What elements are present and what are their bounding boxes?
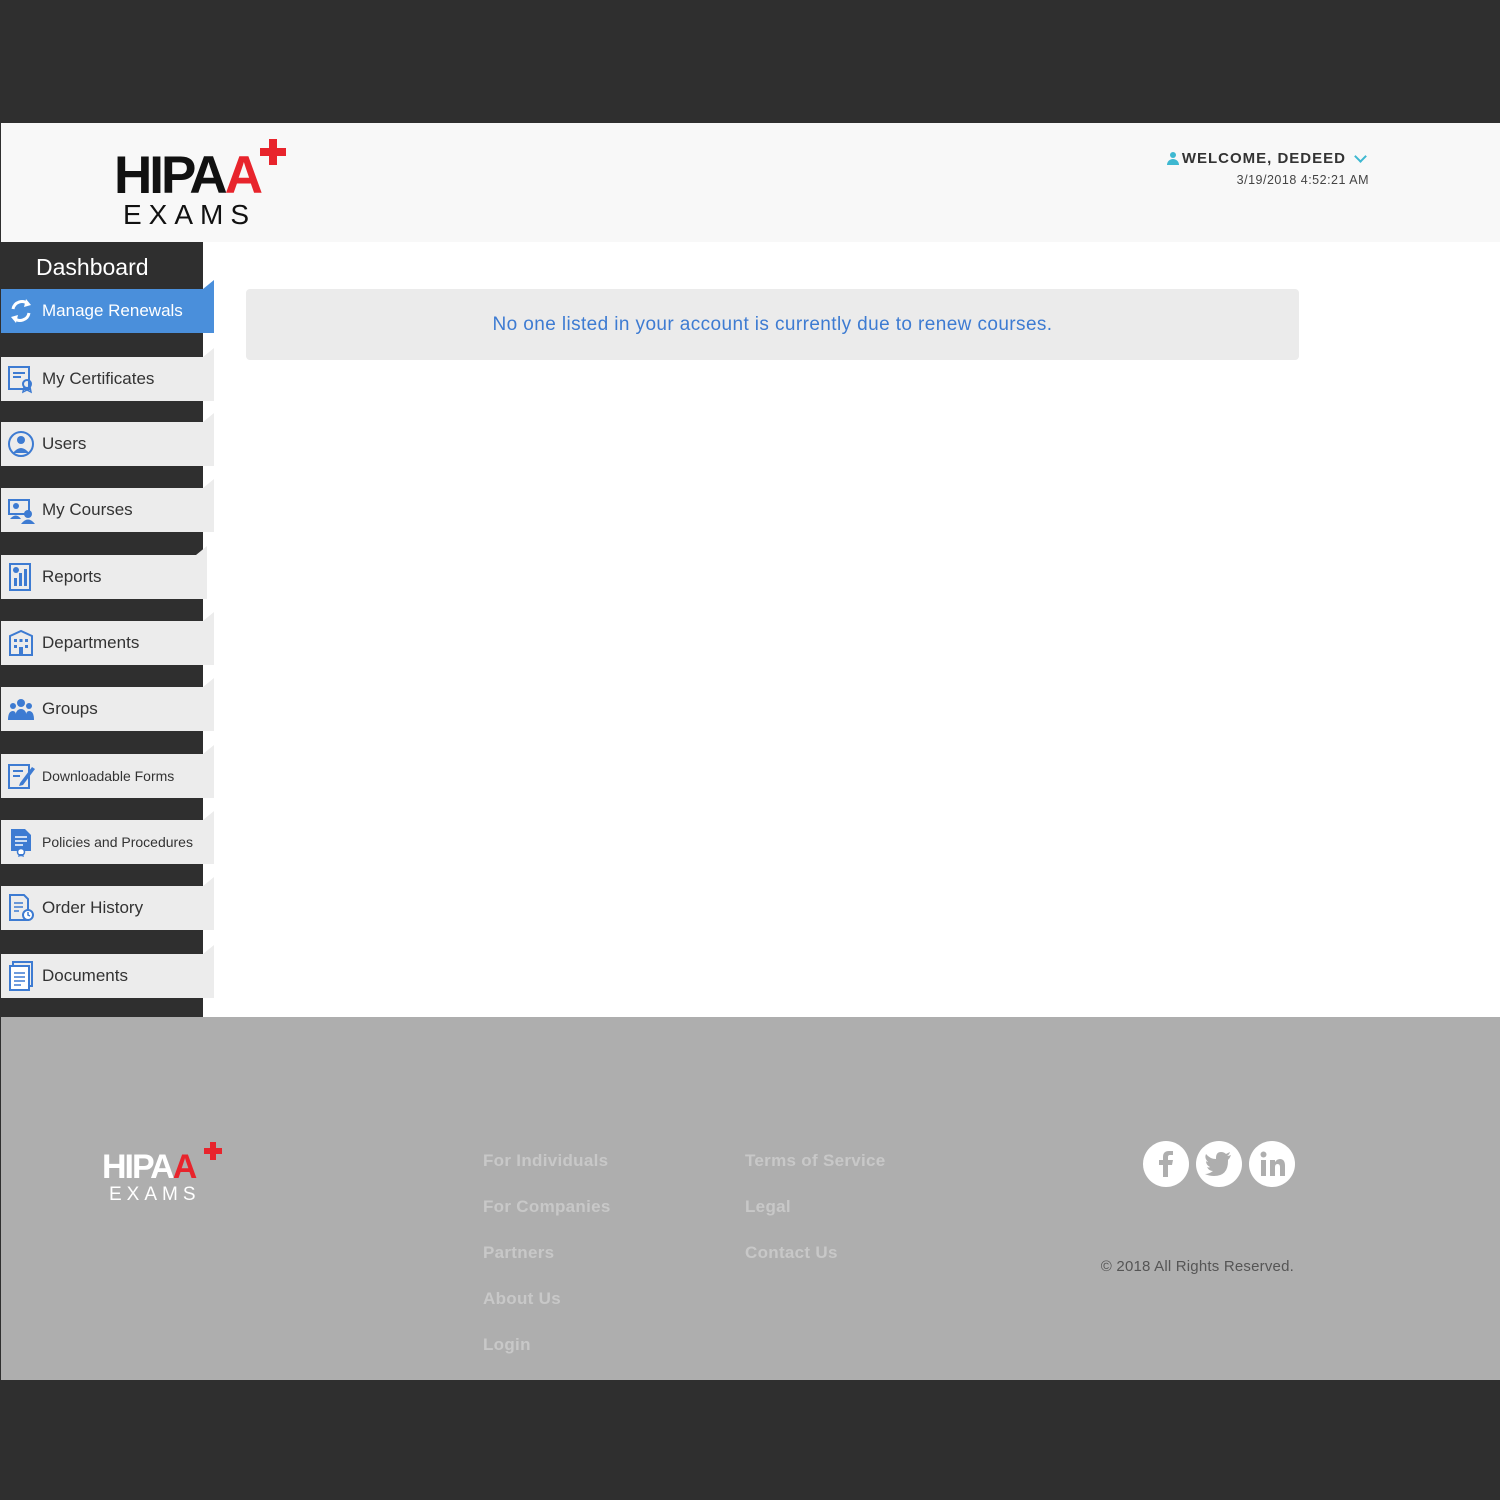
logo-word: HIPA [114,146,228,205]
user-icon [1166,152,1179,165]
order-history-icon [9,894,34,921]
refresh-icon [11,299,31,323]
twitter-icon[interactable] [1196,1141,1242,1187]
footer-link-contact-us[interactable]: Contact Us [745,1243,886,1289]
sidebar-item-my-certificates[interactable]: My Certificates [1,348,214,401]
form-edit-icon [8,764,35,789]
footer-link-terms-of-service[interactable]: Terms of Service [745,1151,886,1197]
footer-link-about-us[interactable]: About Us [483,1289,611,1335]
footer-logo-word: HIPA [102,1148,175,1186]
certificate-icon [8,366,33,394]
sidebar-item-my-courses[interactable]: My Courses [1,479,214,532]
sidebar-item-label: Documents [42,966,128,985]
reports-icon [9,563,31,591]
sidebar: Dashboard Manage Renewals My Certificate… [1,242,214,1017]
social-links [1143,1141,1295,1187]
footer-links-secondary: Terms of Service Legal Contact Us [745,1151,886,1289]
sidebar-item-manage-renewals[interactable]: Manage Renewals [1,280,214,333]
footer-logo-plus-icon [204,1142,222,1160]
footer-link-login[interactable]: Login [483,1335,611,1381]
sidebar-item-label: Departments [42,633,140,652]
content-area: Dashboard Manage Renewals My Certificate… [1,242,1500,1017]
logo-accent: A [224,146,263,205]
sidebar-item-label: Policies and Procedures [42,834,193,850]
sidebar-item-label: Users [42,434,87,453]
footer-logo-sub: EXAMS [109,1184,201,1205]
footer-link-for-individuals[interactable]: For Individuals [483,1151,611,1197]
sidebar-item-groups[interactable]: Groups [1,678,214,731]
sidebar-item-reports[interactable]: Reports [1,546,207,599]
courses-icon [8,499,35,524]
sidebar-item-downloadable-forms[interactable]: Downloadable Forms [1,745,214,798]
hipaa-exams-logo[interactable]: HIPAA EXAMS [114,139,294,234]
sidebar-item-documents[interactable]: Documents [1,945,214,998]
timestamp: 3/19/2018 4:52:21 AM [1236,173,1369,187]
chevron-down-icon[interactable] [1354,150,1367,163]
logo-sub: EXAMS [123,199,257,230]
building-icon [9,629,33,656]
sidebar-item-label: My Certificates [42,369,155,388]
sidebar-item-label: My Courses [42,500,133,519]
sidebar-item-departments[interactable]: Departments [1,612,214,665]
sidebar-item-label: Groups [42,699,98,718]
policy-document-icon [11,829,31,857]
sidebar-item-label: Downloadable Forms [42,768,175,784]
renewal-notice: No one listed in your account is current… [246,289,1299,360]
header: HIPAA EXAMS WELCOME, DEDEED 3/19/2018 4:… [1,123,1500,242]
facebook-icon[interactable] [1143,1141,1189,1187]
footer-links-primary: For Individuals For Companies Partners A… [483,1151,611,1381]
footer-link-legal[interactable]: Legal [745,1197,886,1243]
welcome-text: WELCOME, DEDEED [1181,150,1346,167]
footer-link-partners[interactable]: Partners [483,1243,611,1289]
copyright: © 2018 All Rights Reserved. [1100,1258,1294,1275]
sidebar-item-order-history[interactable]: Order History [1,877,214,930]
sidebar-item-label: Reports [42,567,102,586]
linkedin-icon[interactable] [1249,1141,1295,1187]
sidebar-item-users[interactable]: Users [1,413,214,466]
sidebar-title: Dashboard [36,254,149,280]
group-icon [8,699,34,720]
page: HIPAA EXAMS WELCOME, DEDEED 3/19/2018 4:… [0,123,1500,1380]
user-icon [8,431,34,457]
sidebar-item-policies-and-procedures[interactable]: Policies and Procedures [1,811,214,864]
documents-icon [9,961,33,991]
footer-link-for-companies[interactable]: For Companies [483,1197,611,1243]
sidebar-item-label: Manage Renewals [42,301,183,320]
user-menu[interactable]: WELCOME, DEDEED 3/19/2018 4:52:21 AM [1166,150,1369,187]
logo-plus-icon [260,139,286,165]
sidebar-item-label: Order History [42,898,144,917]
footer-logo[interactable]: HIPAA EXAMS [102,1142,232,1205]
footer: HIPAA EXAMS For Individuals For Companie… [1,1017,1500,1380]
footer-logo-accent: A [172,1148,198,1186]
